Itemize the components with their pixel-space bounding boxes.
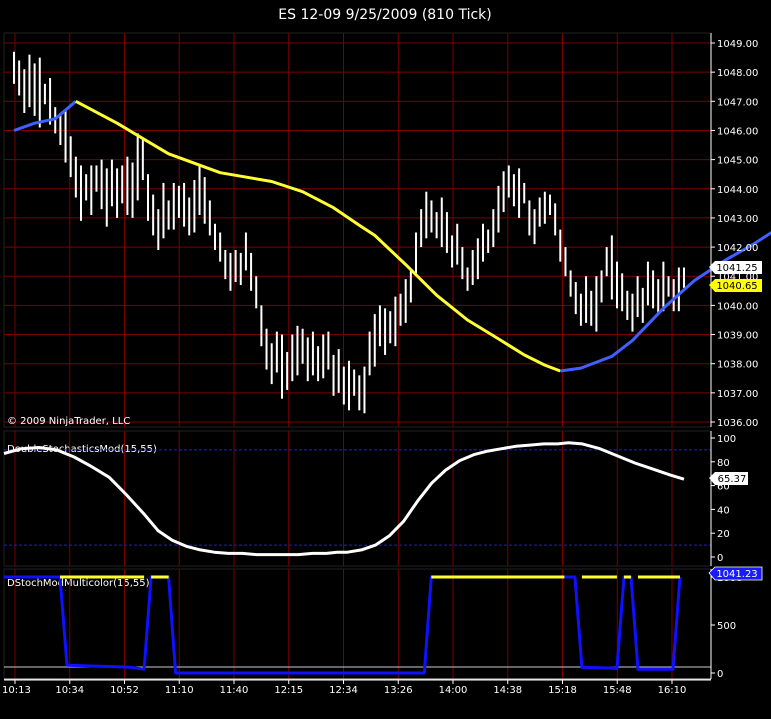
stochastic-value-marker-text: 65.37: [718, 474, 747, 485]
multicolor-indicator-label: DStochModMulticolor(15,55): [7, 578, 150, 589]
x-tick-label: 14:00: [439, 685, 468, 696]
x-tick-label: 14:38: [493, 685, 522, 696]
price-y-tick-label: 1038.00: [717, 360, 758, 371]
moving-average-marker-text: 1040.65: [716, 281, 757, 292]
multicolor-y-tick-label: 0: [717, 669, 723, 680]
multicolor-y-tick-label: 500: [717, 621, 736, 632]
x-tick-label: 12:34: [329, 685, 358, 696]
price-y-tick-label: 1049.00: [717, 39, 758, 50]
price-y-tick-label: 1036.00: [717, 418, 758, 429]
price-y-tick-label: 1044.00: [717, 185, 758, 196]
stochastic-value-marker: 65.37: [709, 472, 748, 485]
stochastic-y-tick-label: 40: [717, 505, 730, 516]
price-y-tick-label: 1045.00: [717, 156, 758, 167]
chart-root: ES 12-09 9/25/2009 (810 Tick) DoubleStoc…: [0, 0, 771, 719]
moving-average-marker: 1040.65: [709, 279, 762, 292]
price-y-tick-label: 1042.00: [717, 243, 758, 254]
stochastic-y-tick-label: 20: [717, 529, 730, 540]
multicolor-value-marker-text: 1041.23: [716, 569, 757, 580]
x-tick-label: 10:52: [110, 685, 139, 696]
x-tick-label: 15:48: [603, 685, 632, 696]
x-tick-label: 16:10: [658, 685, 687, 696]
price-y-tick-label: 1048.00: [717, 68, 758, 79]
x-tick-label: 10:13: [2, 685, 31, 696]
price-y-tick-label: 1043.00: [717, 214, 758, 225]
x-tick-label: 13:26: [384, 685, 413, 696]
last-price-marker-text: 1041.25: [716, 263, 757, 274]
chart-title: ES 12-09 9/25/2009 (810 Tick): [278, 7, 491, 23]
x-tick-label: 10:34: [55, 685, 84, 696]
x-tick-label: 12:15: [274, 685, 303, 696]
price-y-tick-label: 1039.00: [717, 331, 758, 342]
stochastic-y-tick-label: 80: [717, 458, 730, 469]
chart-background: [0, 0, 771, 719]
price-y-tick-label: 1046.00: [717, 126, 758, 137]
price-y-tick-label: 1040.00: [717, 301, 758, 312]
x-tick-label: 11:10: [165, 685, 194, 696]
x-tick-label: 11:40: [220, 685, 249, 696]
stochastic-y-tick-label: 100: [717, 434, 736, 445]
price-y-tick-label: 1037.00: [717, 389, 758, 400]
multicolor-value-marker: 1041.23: [708, 566, 763, 581]
copyright-notice: © 2009 NinjaTrader, LLC: [7, 416, 130, 427]
stochastic-y-tick-label: 0: [717, 553, 723, 564]
last-price-marker: 1041.25: [709, 261, 762, 274]
price-y-tick-label: 1047.00: [717, 97, 758, 108]
x-tick-label: 15:18: [548, 685, 577, 696]
